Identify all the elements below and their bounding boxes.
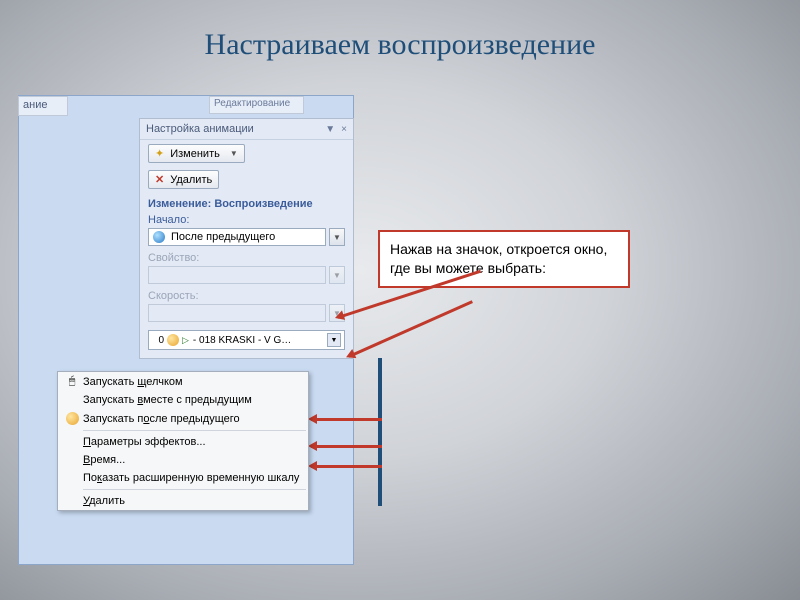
vertical-bar [378, 358, 382, 506]
menu-show-timeline[interactable]: Показать расширенную временную шкалу [58, 469, 308, 487]
panel-close-icon[interactable]: × [341, 124, 347, 135]
change-button[interactable]: ✦ Изменить ▼ [148, 144, 245, 163]
panel-dropdown-icon[interactable]: ▼ [325, 124, 335, 135]
speed-select [148, 304, 326, 322]
delete-button[interactable]: ✕ Удалить [148, 170, 219, 189]
star-icon: ✦ [155, 147, 164, 160]
item-number: 0 [152, 335, 164, 346]
arrow-line [311, 418, 382, 421]
menu-effect-options[interactable]: Параметры эффектов... [58, 433, 308, 451]
menu-separator [83, 430, 306, 431]
page-title: Настраиваем воспроизведение [0, 0, 800, 74]
menu-start-after-previous[interactable]: Запускать после предыдущего [58, 409, 308, 428]
delete-button-label: Удалить [170, 174, 212, 186]
menu-separator [83, 489, 306, 490]
change-button-label: Изменить [170, 148, 220, 160]
property-label: Свойство: [140, 250, 353, 264]
globe-icon [153, 231, 165, 243]
clock-icon [66, 412, 79, 425]
play-icon: ▷ [182, 335, 189, 346]
tab-editing: Редактирование [209, 96, 304, 114]
chevron-down-icon: ▼ [230, 149, 238, 158]
start-label: Начало: [140, 212, 353, 226]
delete-x-icon: ✕ [155, 173, 164, 186]
mouse-icon: 🖱 [69, 375, 76, 388]
panel-title: Настройка анимации [146, 123, 254, 135]
speed-label: Скорость: [140, 288, 353, 302]
animation-list-item[interactable]: 0 ▷ - 018 KRASKI - V G… ▼ [149, 331, 344, 349]
clock-icon [167, 334, 179, 346]
start-dropdown-button[interactable]: ▼ [329, 228, 345, 246]
menu-start-onclick[interactable]: 🖱 Запускать щелчком [58, 372, 308, 391]
menu-remove[interactable]: Удалить [58, 492, 308, 510]
tab-fragment: ание [18, 96, 68, 116]
item-expand-button[interactable]: ▼ [327, 333, 341, 347]
start-select[interactable]: После предыдущего [148, 228, 326, 246]
animation-list: 0 ▷ - 018 KRASKI - V G… ▼ [148, 330, 345, 350]
panel-header: Настройка анимации ▼ × [140, 119, 353, 140]
section-title: Изменение: Воспроизведение [140, 192, 353, 212]
item-text: - 018 KRASKI - V G… [193, 335, 325, 346]
arrow-line [311, 445, 382, 448]
menu-start-with-previous[interactable]: Запускать вместе с предыдущим [58, 391, 308, 409]
property-select [148, 266, 326, 284]
property-dropdown-button: ▼ [329, 266, 345, 284]
context-menu: 🖱 Запускать щелчком Запускать вместе с п… [57, 371, 309, 511]
arrow-line [311, 465, 382, 468]
callout-note: Нажав на значок, откроется окно, где вы … [378, 230, 630, 288]
start-value: После предыдущего [171, 231, 275, 243]
animation-panel: Настройка анимации ▼ × ✦ Изменить ▼ ✕ Уд… [139, 118, 354, 359]
menu-timing[interactable]: Время... [58, 451, 308, 469]
